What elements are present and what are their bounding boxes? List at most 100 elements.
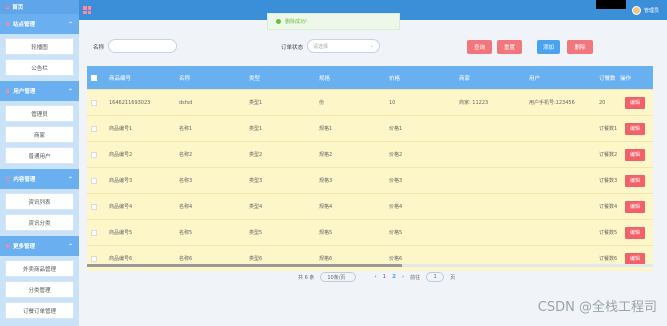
table-cell: 10 — [389, 99, 396, 106]
sidebar-group-content[interactable]: ☰ 内容管理 ⌃ — [0, 169, 79, 189]
sidebar-item-admin[interactable]: 管理员 — [5, 105, 74, 122]
edit-button[interactable]: 编辑 — [625, 96, 645, 109]
sidebar-item-news-list[interactable]: 资讯列表 — [5, 193, 74, 210]
sidebar-group-more[interactable]: ✚ 更多管理 ⌃ — [0, 236, 79, 256]
table-cell: 价格1 — [389, 126, 403, 132]
table-cell: dsfsd — [179, 99, 193, 106]
table-row[interactable]: 商品编号6 名称6 类型6 规格6 价格6 订餐数6 编辑 — [87, 245, 653, 271]
row-checkbox[interactable] — [91, 177, 97, 184]
name-label: 名称 — [93, 45, 105, 51]
page-size-select[interactable]: 10条/页 — [320, 272, 357, 282]
row-checkbox[interactable] — [91, 203, 97, 210]
goto-input[interactable]: 1 — [426, 272, 445, 282]
row-checkbox[interactable] — [91, 255, 97, 262]
chevron-up-icon: ⌃ — [67, 20, 73, 28]
table-cell: 价格3 — [389, 178, 403, 184]
content-icon: ☰ — [5, 175, 11, 183]
edit-button[interactable]: 编辑 — [625, 148, 645, 161]
table-row[interactable]: 商品编号3 名称3 类型3 规格3 价格3 订餐数3 编辑 — [87, 167, 653, 193]
sidebar-item-label: 订餐订单管理 — [22, 308, 56, 315]
success-toast: 删除成功! — [267, 13, 400, 30]
user-menu[interactable]: 管理员 — [631, 6, 659, 15]
sidebar-item-label: 分类管理 — [28, 287, 51, 294]
table-cell: 商家: 11223 — [459, 100, 489, 106]
table-cell: 类型3 — [249, 178, 263, 184]
toast-message: 删除成功! — [285, 19, 308, 25]
table-row[interactable]: 商品编号5 名称5 类型5 规格5 价格5 订餐数5 编辑 — [87, 219, 653, 245]
sidebar-item-orders[interactable]: 订餐订单管理 — [5, 302, 74, 319]
table-row[interactable]: 1646211693023 dsfsd 类型1 份 10 商家: 11223 用户手机号:1… — [87, 89, 653, 115]
sidebar-group-users[interactable]: ♟ 用户管理 ⌃ — [0, 81, 79, 101]
table-cell: 20 — [599, 99, 606, 106]
table-cell: 订餐数1 — [599, 126, 617, 132]
goto-value: 1 — [433, 274, 437, 280]
status-select[interactable]: 请选择 ⌄ — [307, 39, 380, 53]
next-page-button[interactable]: › — [402, 274, 404, 280]
table-cell: 价格4 — [389, 204, 403, 210]
edit-button[interactable]: 编辑 — [625, 226, 645, 239]
header-cell: 操作 — [620, 75, 632, 82]
sidebar-item-user[interactable]: 普通用户 — [5, 147, 74, 164]
table-cell: 类型2 — [249, 152, 263, 158]
table-row[interactable]: 商品编号1 名称1 类型1 规格1 价格1 订餐数1 编辑 — [87, 115, 653, 141]
delete-button[interactable]: 删除 — [567, 40, 593, 54]
select-all-checkbox[interactable] — [91, 74, 97, 81]
table-cell: 商品编号6 — [109, 256, 133, 262]
search-button[interactable]: 查询 — [467, 40, 492, 54]
reset-button[interactable]: 重置 — [497, 40, 522, 54]
scrollbar-thumb[interactable] — [87, 264, 402, 267]
row-op-col: 编辑 — [617, 142, 653, 167]
status-placeholder: 请选择 — [313, 43, 329, 50]
sidebar-group-site[interactable]: ✿ 站点管理 ⌃ — [0, 14, 79, 34]
sidebar-item-merchant[interactable]: 商家 — [5, 126, 74, 143]
sidebar-item-notice[interactable]: 公告栏 — [5, 59, 74, 76]
overlay-bar — [596, 0, 626, 9]
table-row[interactable]: 商品编号2 名称2 类型2 规格2 价格2 订餐数2 编辑 — [87, 141, 653, 167]
sidebar: ⌂ 首页 ✿ 站点管理 ⌃ 轮播图 公告栏 ♟ 用户管理 ⌃ 管理员 商家 普通… — [0, 0, 79, 326]
table-row[interactable]: 商品编号4 名称4 类型4 规格4 价格4 订餐数4 编辑 — [87, 193, 653, 219]
page-size-value: 10条/页 — [327, 274, 346, 281]
page-2[interactable]: 2 — [392, 274, 396, 280]
row-op-col: 编辑 — [617, 220, 653, 245]
avatar — [631, 6, 641, 15]
orders-table: 商品编号 名称 类型 规格 价格 商家 用户 订餐数 操作 1646211693… — [87, 66, 653, 271]
edit-button[interactable]: 编辑 — [625, 122, 645, 135]
table-cell: 订餐数4 — [599, 204, 617, 210]
sidebar-item-label: 外卖商品管理 — [22, 266, 56, 273]
table-cell: 订餐数6 — [599, 256, 617, 262]
row-checkbox[interactable] — [91, 151, 97, 158]
table-cell: 商品编号3 — [109, 178, 133, 184]
header-cell: 订餐数 — [599, 75, 616, 82]
site-icon: ✿ — [5, 20, 11, 28]
row-checkbox[interactable] — [91, 125, 97, 132]
edit-button[interactable]: 编辑 — [625, 252, 645, 265]
table-body: 1646211693023 dsfsd 类型1 份 10 商家: 11223 用户手机号:1… — [87, 89, 653, 271]
name-input[interactable] — [108, 39, 177, 53]
sidebar-item-label: 管理员 — [31, 111, 48, 118]
menu-grid-icon[interactable] — [83, 6, 91, 14]
page-1[interactable]: 1 — [383, 274, 387, 280]
horizontal-scrollbar[interactable] — [87, 264, 653, 267]
prev-page-button[interactable]: ‹ — [374, 274, 376, 280]
edit-button[interactable]: 编辑 — [625, 174, 645, 187]
sidebar-item-carousel[interactable]: 轮播图 — [5, 38, 74, 55]
row-checkbox[interactable] — [91, 99, 97, 106]
header-cell: 商家 — [459, 75, 471, 82]
sidebar-item-takeout[interactable]: 外卖商品管理 — [5, 260, 74, 277]
success-icon — [276, 19, 281, 24]
table-cell: 规格2 — [319, 152, 333, 158]
sidebar-home[interactable]: ⌂ 首页 — [0, 0, 79, 14]
sidebar-item-label: 公告栏 — [31, 65, 48, 72]
table-cell: 名称5 — [179, 230, 193, 236]
row-checkbox[interactable] — [91, 229, 97, 236]
table-cell: 商品编号5 — [109, 230, 133, 236]
sidebar-item-category[interactable]: 分类管理 — [5, 281, 74, 298]
sidebar-group-label: 站点管理 — [13, 22, 36, 28]
sidebar-group-label: 内容管理 — [13, 177, 36, 183]
header-cell: 规格 — [319, 75, 331, 82]
edit-button[interactable]: 编辑 — [625, 200, 645, 213]
add-button[interactable]: 添加 — [537, 40, 560, 54]
sidebar-item-news-category[interactable]: 资讯分类 — [5, 214, 74, 231]
table-cell: 价格2 — [389, 152, 403, 158]
chevron-up-icon: ⌃ — [67, 242, 73, 250]
